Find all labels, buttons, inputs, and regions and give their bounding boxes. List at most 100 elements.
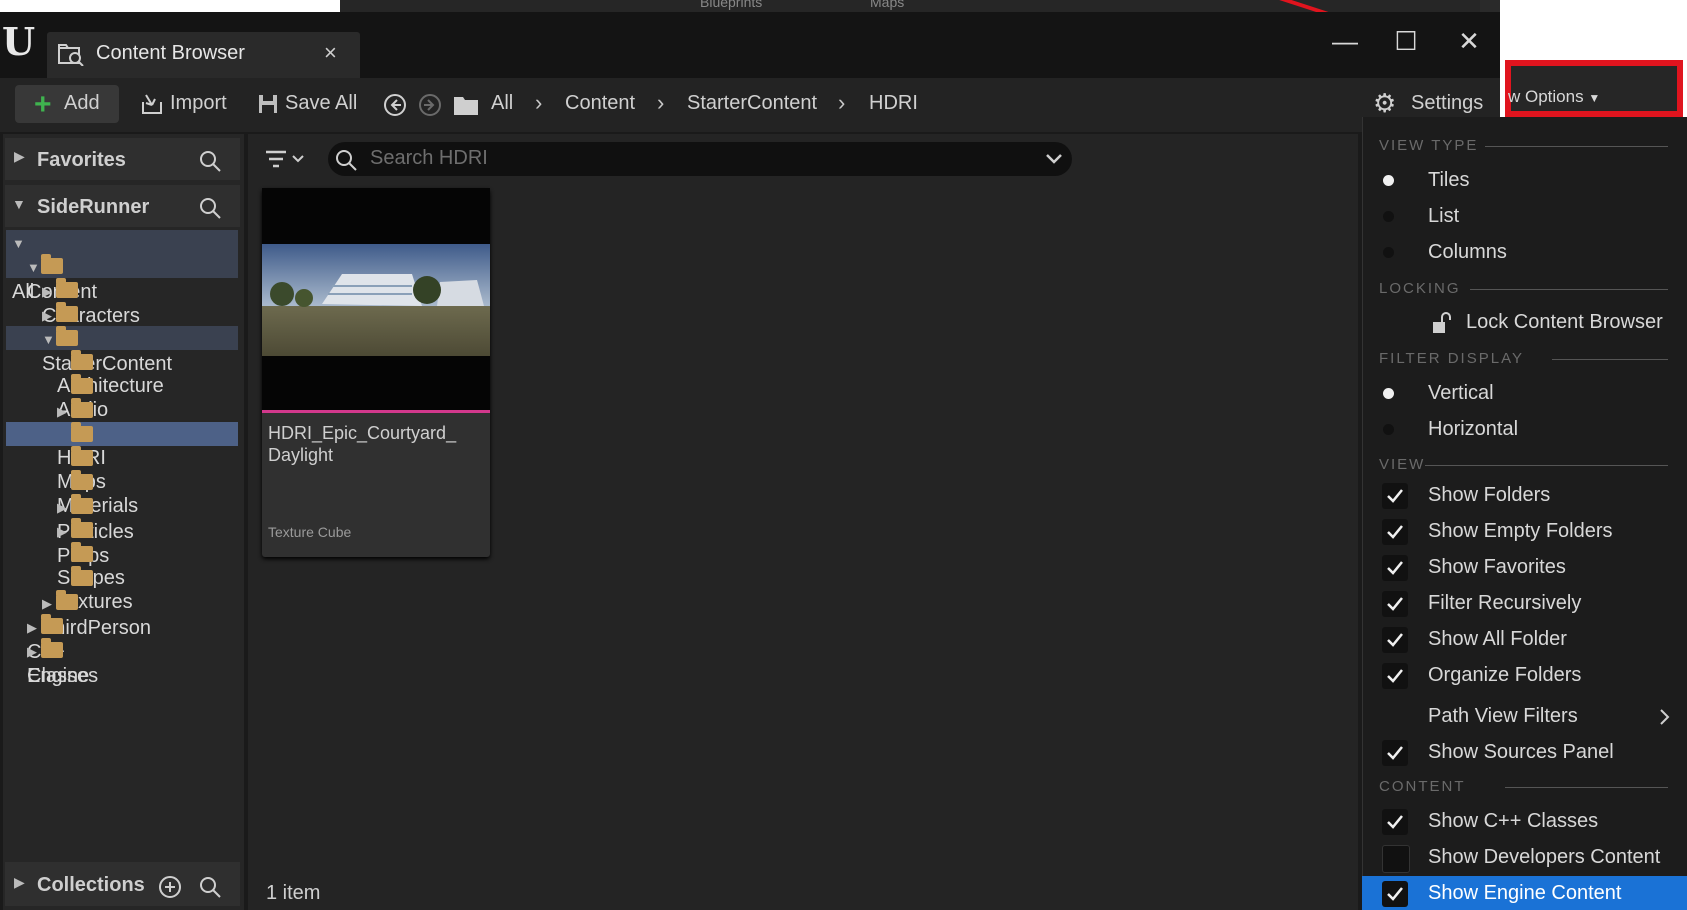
menu-item-filter-recursively[interactable]: Filter Recursively (1428, 592, 1581, 615)
breadcrumb-chevron-icon: › (535, 90, 543, 115)
folder-icon (71, 542, 93, 562)
checkbox-show-c-classes[interactable] (1382, 809, 1408, 835)
folder-icon (56, 278, 78, 298)
save-all-button[interactable]: Save All (285, 92, 357, 115)
checkbox-show-folders[interactable] (1382, 483, 1408, 509)
caret-right-icon[interactable]: ▶ (57, 520, 71, 544)
search-icon[interactable] (198, 875, 222, 899)
tree-item-particles[interactable]: ▶Particles (57, 494, 134, 543)
breadcrumb-all[interactable]: All (491, 92, 513, 115)
menu-item-horizontal[interactable]: Horizontal (1428, 418, 1518, 441)
menu-item-path-view-filters[interactable]: Path View Filters (1428, 705, 1578, 728)
checkbox-show-sources-panel[interactable] (1382, 740, 1408, 766)
asset-type-color-bar (262, 410, 490, 413)
menu-item-show-developers-content[interactable]: Show Developers Content (1428, 846, 1660, 869)
radio-list[interactable] (1383, 211, 1394, 222)
forward-icon[interactable] (418, 93, 442, 117)
tree-item-architecture[interactable]: Architecture (57, 350, 164, 397)
caret-right-icon[interactable]: ▶ (42, 592, 56, 616)
tree-item-hdri[interactable]: HDRI (57, 422, 106, 469)
breadcrumb-content[interactable]: Content (565, 92, 635, 115)
radio-horizontal[interactable] (1383, 424, 1394, 435)
add-collection-icon[interactable] (158, 875, 182, 899)
folder-icon (71, 422, 93, 442)
view-options-label: w Options ▼ (1508, 87, 1601, 106)
unreal-logo-icon: U (2, 19, 36, 64)
menu-item-columns[interactable]: Columns (1428, 241, 1507, 264)
menu-item-show-sources-panel[interactable]: Show Sources Panel (1428, 741, 1614, 764)
tree-item-c-classes[interactable]: ▶C++ Classes (27, 614, 98, 687)
back-icon[interactable] (383, 93, 407, 117)
tree-item-all[interactable]: ▼All (12, 230, 37, 303)
tree-item-content[interactable]: ▼Content (27, 254, 97, 303)
tab-title: Content Browser (96, 42, 245, 64)
caret-right-icon[interactable]: ▶ (27, 640, 41, 664)
minimize-icon[interactable]: — (1325, 26, 1365, 57)
tree-item-blueprints[interactable]: ▶Blueprints (57, 398, 146, 447)
tree-item-maps[interactable]: Maps (57, 446, 106, 493)
import-button[interactable]: Import (170, 92, 227, 115)
search-icon (336, 150, 357, 171)
menu-item-show-all-folder[interactable]: Show All Folder (1428, 628, 1567, 651)
folder-icon (454, 97, 478, 115)
checkbox-show-developers-content[interactable] (1382, 845, 1410, 873)
tree-item-materials[interactable]: Materials (57, 470, 138, 517)
caret-right-icon[interactable]: ▶ (42, 280, 56, 304)
menu-item-show-empty-folders[interactable]: Show Empty Folders (1428, 520, 1613, 543)
caret-right-icon: ▶ (14, 874, 25, 890)
menu-item-show-folders[interactable]: Show Folders (1428, 484, 1550, 507)
tree-item-characters[interactable]: ▶Characters (42, 278, 140, 327)
radio-vertical[interactable] (1383, 388, 1394, 399)
caret-down-icon[interactable]: ▼ (12, 232, 26, 256)
radio-tiles[interactable] (1383, 175, 1394, 186)
caret-right-icon[interactable]: ▶ (57, 496, 71, 520)
caret-right-icon[interactable]: ▶ (42, 304, 56, 328)
radio-columns[interactable] (1383, 247, 1394, 258)
tree-item-engine[interactable]: ▶Engine (27, 638, 89, 687)
checkbox-show-empty-folders[interactable] (1382, 519, 1408, 545)
checkbox-filter-recursively[interactable] (1382, 591, 1408, 617)
checkbox-show-all-folder[interactable] (1382, 627, 1408, 653)
tree-item-shapes[interactable]: Shapes (57, 542, 125, 589)
menu-item-lock-content-browser[interactable]: Lock Content Browser (1466, 311, 1663, 334)
tree-item-startercontent[interactable]: ▼StarterContent (42, 326, 172, 375)
asset-type: Texture Cube (268, 524, 352, 540)
menu-item-vertical[interactable]: Vertical (1428, 382, 1494, 405)
checkbox-organize-folders[interactable] (1382, 663, 1408, 689)
collections-label: Collections (37, 874, 145, 896)
folder-icon (71, 470, 93, 490)
checkbox-show-favorites[interactable] (1382, 555, 1408, 581)
breadcrumb-hdri[interactable]: HDRI (869, 92, 918, 115)
search-icon[interactable] (198, 149, 222, 173)
gear-icon: ⚙ (1373, 88, 1397, 118)
caret-down-icon[interactable]: ▼ (42, 328, 56, 352)
chevron-down-icon[interactable] (1045, 152, 1063, 166)
caret-down-icon: ▼ (12, 196, 26, 212)
menu-item-organize-folders[interactable]: Organize Folders (1428, 664, 1581, 687)
close-window-icon[interactable]: ✕ (1449, 26, 1489, 57)
maximize-icon[interactable]: ☐ (1386, 26, 1426, 57)
tree-item-textures[interactable]: Textures (57, 566, 133, 613)
caret-right-icon[interactable]: ▶ (57, 400, 71, 424)
breadcrumb-startercontent[interactable]: StarterContent (687, 92, 817, 115)
caret-right-icon: ▶ (14, 148, 25, 164)
checkbox-show-engine-content[interactable] (1382, 881, 1408, 907)
menu-item-show-engine-content[interactable]: Show Engine Content (1428, 882, 1621, 905)
tree-item-audio[interactable]: Audio (57, 374, 108, 421)
caret-right-icon[interactable]: ▶ (27, 616, 41, 640)
folder-icon (71, 518, 93, 538)
tree-item-props[interactable]: ▶Props (57, 518, 109, 567)
search-input[interactable]: Search HDRI (370, 147, 488, 170)
filter-icon[interactable] (264, 148, 306, 170)
caret-down-icon[interactable]: ▼ (27, 256, 41, 280)
tree-item-thirdperson[interactable]: ▶ThirdPerson (42, 590, 151, 639)
search-icon[interactable] (198, 196, 222, 220)
menu-item-tiles[interactable]: Tiles (1428, 169, 1469, 192)
tree-item-levelprototyping[interactable]: ▶LevelPrototyping (42, 302, 191, 351)
menu-item-show-c-classes[interactable]: Show C++ Classes (1428, 810, 1598, 833)
settings-button[interactable]: Settings (1411, 92, 1483, 115)
menu-item-show-favorites[interactable]: Show Favorites (1428, 556, 1566, 579)
tab-close-icon[interactable]: × (324, 40, 337, 66)
menu-item-list[interactable]: List (1428, 205, 1459, 228)
breadcrumb-chevron-icon: › (657, 90, 665, 115)
